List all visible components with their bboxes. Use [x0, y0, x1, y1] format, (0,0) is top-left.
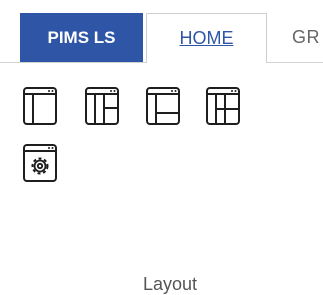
tab-gr[interactable]: GR: [292, 13, 320, 62]
tab-pims-ls[interactable]: PIMS LS: [20, 13, 143, 62]
layout-single-pane-icon: [23, 87, 57, 125]
tab-home[interactable]: HOME: [146, 13, 267, 63]
layout-ribbon-group: Layout: [0, 63, 323, 294]
layout-settings-icon: [23, 144, 57, 182]
layout-quad-pane-icon: [206, 87, 240, 125]
ribbon-tab-bar: PIMS LS HOME GR: [0, 0, 323, 63]
layout-single-pane-button[interactable]: [22, 86, 58, 126]
gear-icon: [31, 157, 49, 175]
layout-side-bottom-pane-icon: [146, 87, 180, 125]
layout-group-label: Layout: [142, 274, 198, 294]
layout-three-pane-button[interactable]: [84, 86, 120, 126]
layout-three-pane-icon: [85, 87, 119, 125]
layout-quad-pane-button[interactable]: [205, 86, 241, 126]
layout-side-bottom-pane-button[interactable]: [145, 86, 181, 126]
layout-settings-button[interactable]: [22, 143, 58, 183]
